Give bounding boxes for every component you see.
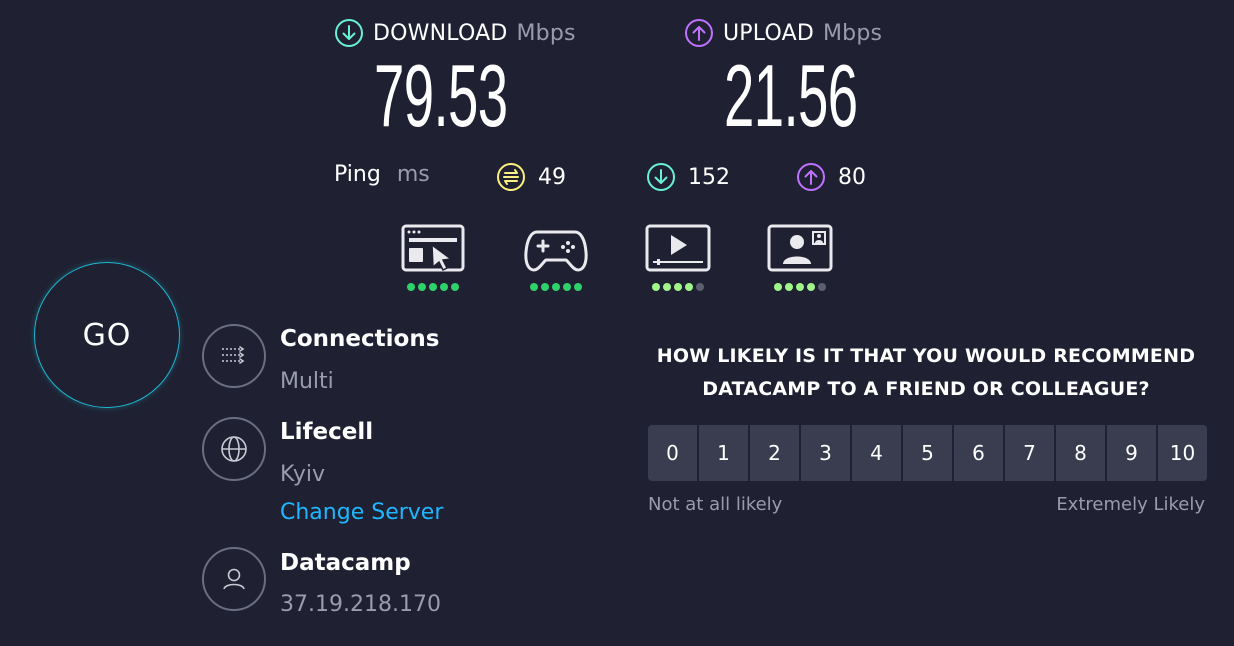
usage-gaming <box>523 224 589 291</box>
gaming-rating <box>530 283 582 291</box>
ping-idle-value: 49 <box>538 164 566 190</box>
globe-icon <box>202 417 266 481</box>
usage-web-browsing <box>400 224 466 291</box>
video-streaming-icon <box>645 224 711 272</box>
upload-header: UPLOAD Mbps <box>684 18 882 48</box>
ping-download-value: 152 <box>688 164 730 190</box>
scale-option-4[interactable]: 4 <box>852 425 901 481</box>
usage-video-chat <box>767 224 833 291</box>
server-city: Kyiv <box>280 462 325 487</box>
ping-row: Ping ms <box>334 162 430 187</box>
ping-download: 152 <box>646 162 730 192</box>
server-provider: Lifecell <box>280 419 374 445</box>
video-streaming-rating <box>652 283 704 291</box>
ping-idle: 49 <box>496 162 566 192</box>
idle-latency-icon <box>497 163 525 191</box>
download-unit: Mbps <box>516 20 576 46</box>
user-icon <box>202 547 266 611</box>
scale-low-label: Not at all likely <box>648 494 783 515</box>
change-server-link[interactable]: Change Server <box>280 500 443 525</box>
upload-latency-icon <box>797 163 825 191</box>
upload-unit: Mbps <box>822 20 883 46</box>
video-chat-rating <box>774 283 826 291</box>
go-button[interactable]: GO <box>34 262 180 408</box>
scale-option-9[interactable]: 9 <box>1107 425 1156 481</box>
scale-option-6[interactable]: 6 <box>954 425 1003 481</box>
connections-icon <box>202 324 266 388</box>
client-provider: Datacamp <box>280 550 411 576</box>
scale-option-8[interactable]: 8 <box>1056 425 1105 481</box>
scale-option-1[interactable]: 1 <box>699 425 748 481</box>
survey-question-line1: HOW LIKELY IS IT THAT YOU WOULD RECOMMEN… <box>656 345 1196 367</box>
gaming-icon <box>524 230 588 272</box>
scale-option-3[interactable]: 3 <box>801 425 850 481</box>
recommend-scale: 0 1 2 3 4 5 6 7 8 9 10 <box>648 425 1207 481</box>
survey-question: HOW LIKELY IS IT THAT YOU WOULD RECOMMEN… <box>626 340 1226 406</box>
scale-high-label: Extremely Likely <box>1056 494 1205 515</box>
ping-upload-value: 80 <box>838 164 866 190</box>
connections-title: Connections <box>280 326 440 352</box>
scale-option-0[interactable]: 0 <box>648 425 697 481</box>
ping-unit: ms <box>396 162 430 187</box>
connections-mode: Multi <box>280 369 334 394</box>
download-arrow-icon <box>335 19 363 47</box>
upload-speed-value: 21.56 <box>724 46 858 145</box>
scale-option-2[interactable]: 2 <box>750 425 799 481</box>
upload-label: UPLOAD <box>723 20 814 46</box>
scale-option-10[interactable]: 10 <box>1158 425 1207 481</box>
download-speed-value: 79.53 <box>374 46 508 145</box>
ping-upload: 80 <box>796 162 866 192</box>
web-browsing-rating <box>407 283 459 291</box>
video-chat-icon <box>767 224 833 272</box>
download-label: DOWNLOAD <box>373 20 508 46</box>
survey-question-line2: DATACAMP TO A FRIEND OR COLLEAGUE? <box>702 378 1150 400</box>
upload-arrow-icon <box>685 19 713 47</box>
ping-label: Ping <box>334 162 381 187</box>
client-ip: 37.19.218.170 <box>280 592 441 617</box>
scale-option-7[interactable]: 7 <box>1005 425 1054 481</box>
download-latency-icon <box>647 163 675 191</box>
usage-video-streaming <box>645 224 711 291</box>
web-browsing-icon <box>401 224 465 272</box>
download-header: DOWNLOAD Mbps <box>334 18 576 48</box>
scale-option-5[interactable]: 5 <box>903 425 952 481</box>
